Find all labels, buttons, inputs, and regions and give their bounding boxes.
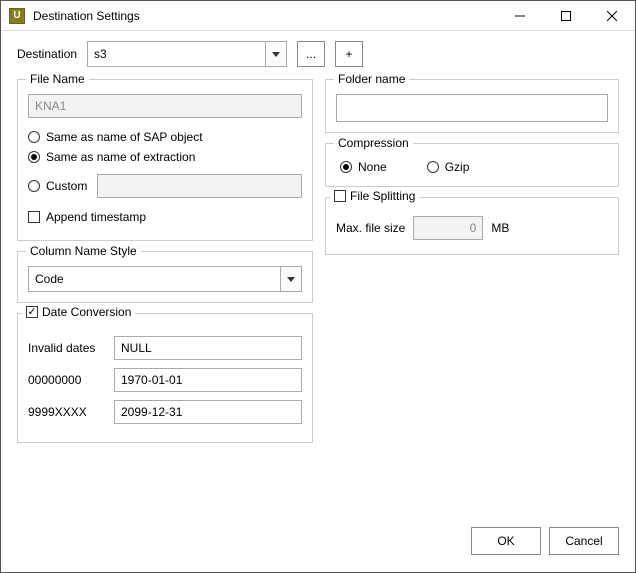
custom-name-input: [97, 174, 302, 198]
minimize-button[interactable]: [497, 1, 543, 31]
file-name-legend: File Name: [26, 72, 89, 86]
max-file-size-label: Max. file size: [336, 221, 405, 235]
nine-date-input[interactable]: [114, 400, 302, 424]
radio-compression-none[interactable]: [340, 161, 352, 173]
invalid-dates-input[interactable]: [114, 336, 302, 360]
radio-custom-label: Custom: [46, 179, 87, 193]
radio-sap-object[interactable]: [28, 131, 40, 143]
folder-name-group: Folder name: [325, 79, 619, 133]
date-conversion-legend: Date Conversion: [42, 305, 131, 319]
zero-date-input[interactable]: [114, 368, 302, 392]
folder-name-input[interactable]: [336, 94, 608, 122]
compression-group: Compression None Gzip: [325, 143, 619, 187]
date-conversion-checkbox[interactable]: ✓: [26, 306, 38, 318]
file-name-group: File Name Same as name of SAP object Sam…: [17, 79, 313, 241]
column-name-style-group: Column Name Style: [17, 251, 313, 303]
invalid-dates-label: Invalid dates: [28, 341, 106, 355]
app-icon: U: [9, 8, 25, 24]
maximize-button[interactable]: [543, 1, 589, 31]
column-name-style-combo[interactable]: [28, 266, 302, 292]
minimize-icon: [515, 11, 525, 21]
chevron-down-icon: [272, 52, 280, 57]
column-name-style-dropdown-button[interactable]: [280, 266, 302, 292]
column-name-style-legend: Column Name Style: [26, 244, 141, 258]
chevron-down-icon: [287, 277, 295, 282]
folder-name-legend: Folder name: [334, 72, 409, 86]
compression-legend: Compression: [334, 136, 413, 150]
max-file-size-input: [413, 216, 483, 240]
cancel-button[interactable]: Cancel: [549, 527, 619, 555]
destination-label: Destination: [17, 47, 77, 61]
destination-browse-button[interactable]: ...: [297, 41, 325, 67]
append-timestamp-checkbox[interactable]: ✓: [28, 211, 40, 223]
file-splitting-group: ✓ File Splitting Max. file size MB: [325, 197, 619, 255]
destination-input[interactable]: [87, 41, 265, 67]
titlebar: U Destination Settings: [1, 1, 635, 31]
radio-extraction-label: Same as name of extraction: [46, 150, 195, 164]
file-splitting-checkbox[interactable]: ✓: [334, 190, 346, 202]
max-file-size-unit: MB: [491, 221, 509, 235]
close-icon: [607, 11, 617, 21]
radio-compression-gzip[interactable]: [427, 161, 439, 173]
radio-custom[interactable]: [28, 180, 40, 192]
dialog-footer: OK Cancel: [1, 522, 635, 572]
radio-compression-none-label: None: [358, 160, 387, 174]
radio-extraction[interactable]: [28, 151, 40, 163]
column-name-style-input[interactable]: [28, 266, 280, 292]
maximize-icon: [561, 11, 571, 21]
file-name-input: [28, 94, 302, 118]
destination-add-button[interactable]: +: [335, 41, 363, 67]
nine-date-label: 9999XXXX: [28, 405, 106, 419]
zero-date-label: 00000000: [28, 373, 106, 387]
date-conversion-group: ✓ Date Conversion Invalid dates 00000000…: [17, 313, 313, 443]
close-button[interactable]: [589, 1, 635, 31]
radio-compression-gzip-label: Gzip: [445, 160, 470, 174]
file-splitting-legend: File Splitting: [350, 189, 415, 203]
destination-row: Destination ... +: [17, 41, 619, 67]
destination-dropdown-button[interactable]: [265, 41, 287, 67]
destination-combo[interactable]: [87, 41, 287, 67]
radio-sap-object-label: Same as name of SAP object: [46, 130, 203, 144]
ok-button[interactable]: OK: [471, 527, 541, 555]
window-title: Destination Settings: [33, 9, 140, 23]
append-timestamp-label: Append timestamp: [46, 210, 146, 224]
